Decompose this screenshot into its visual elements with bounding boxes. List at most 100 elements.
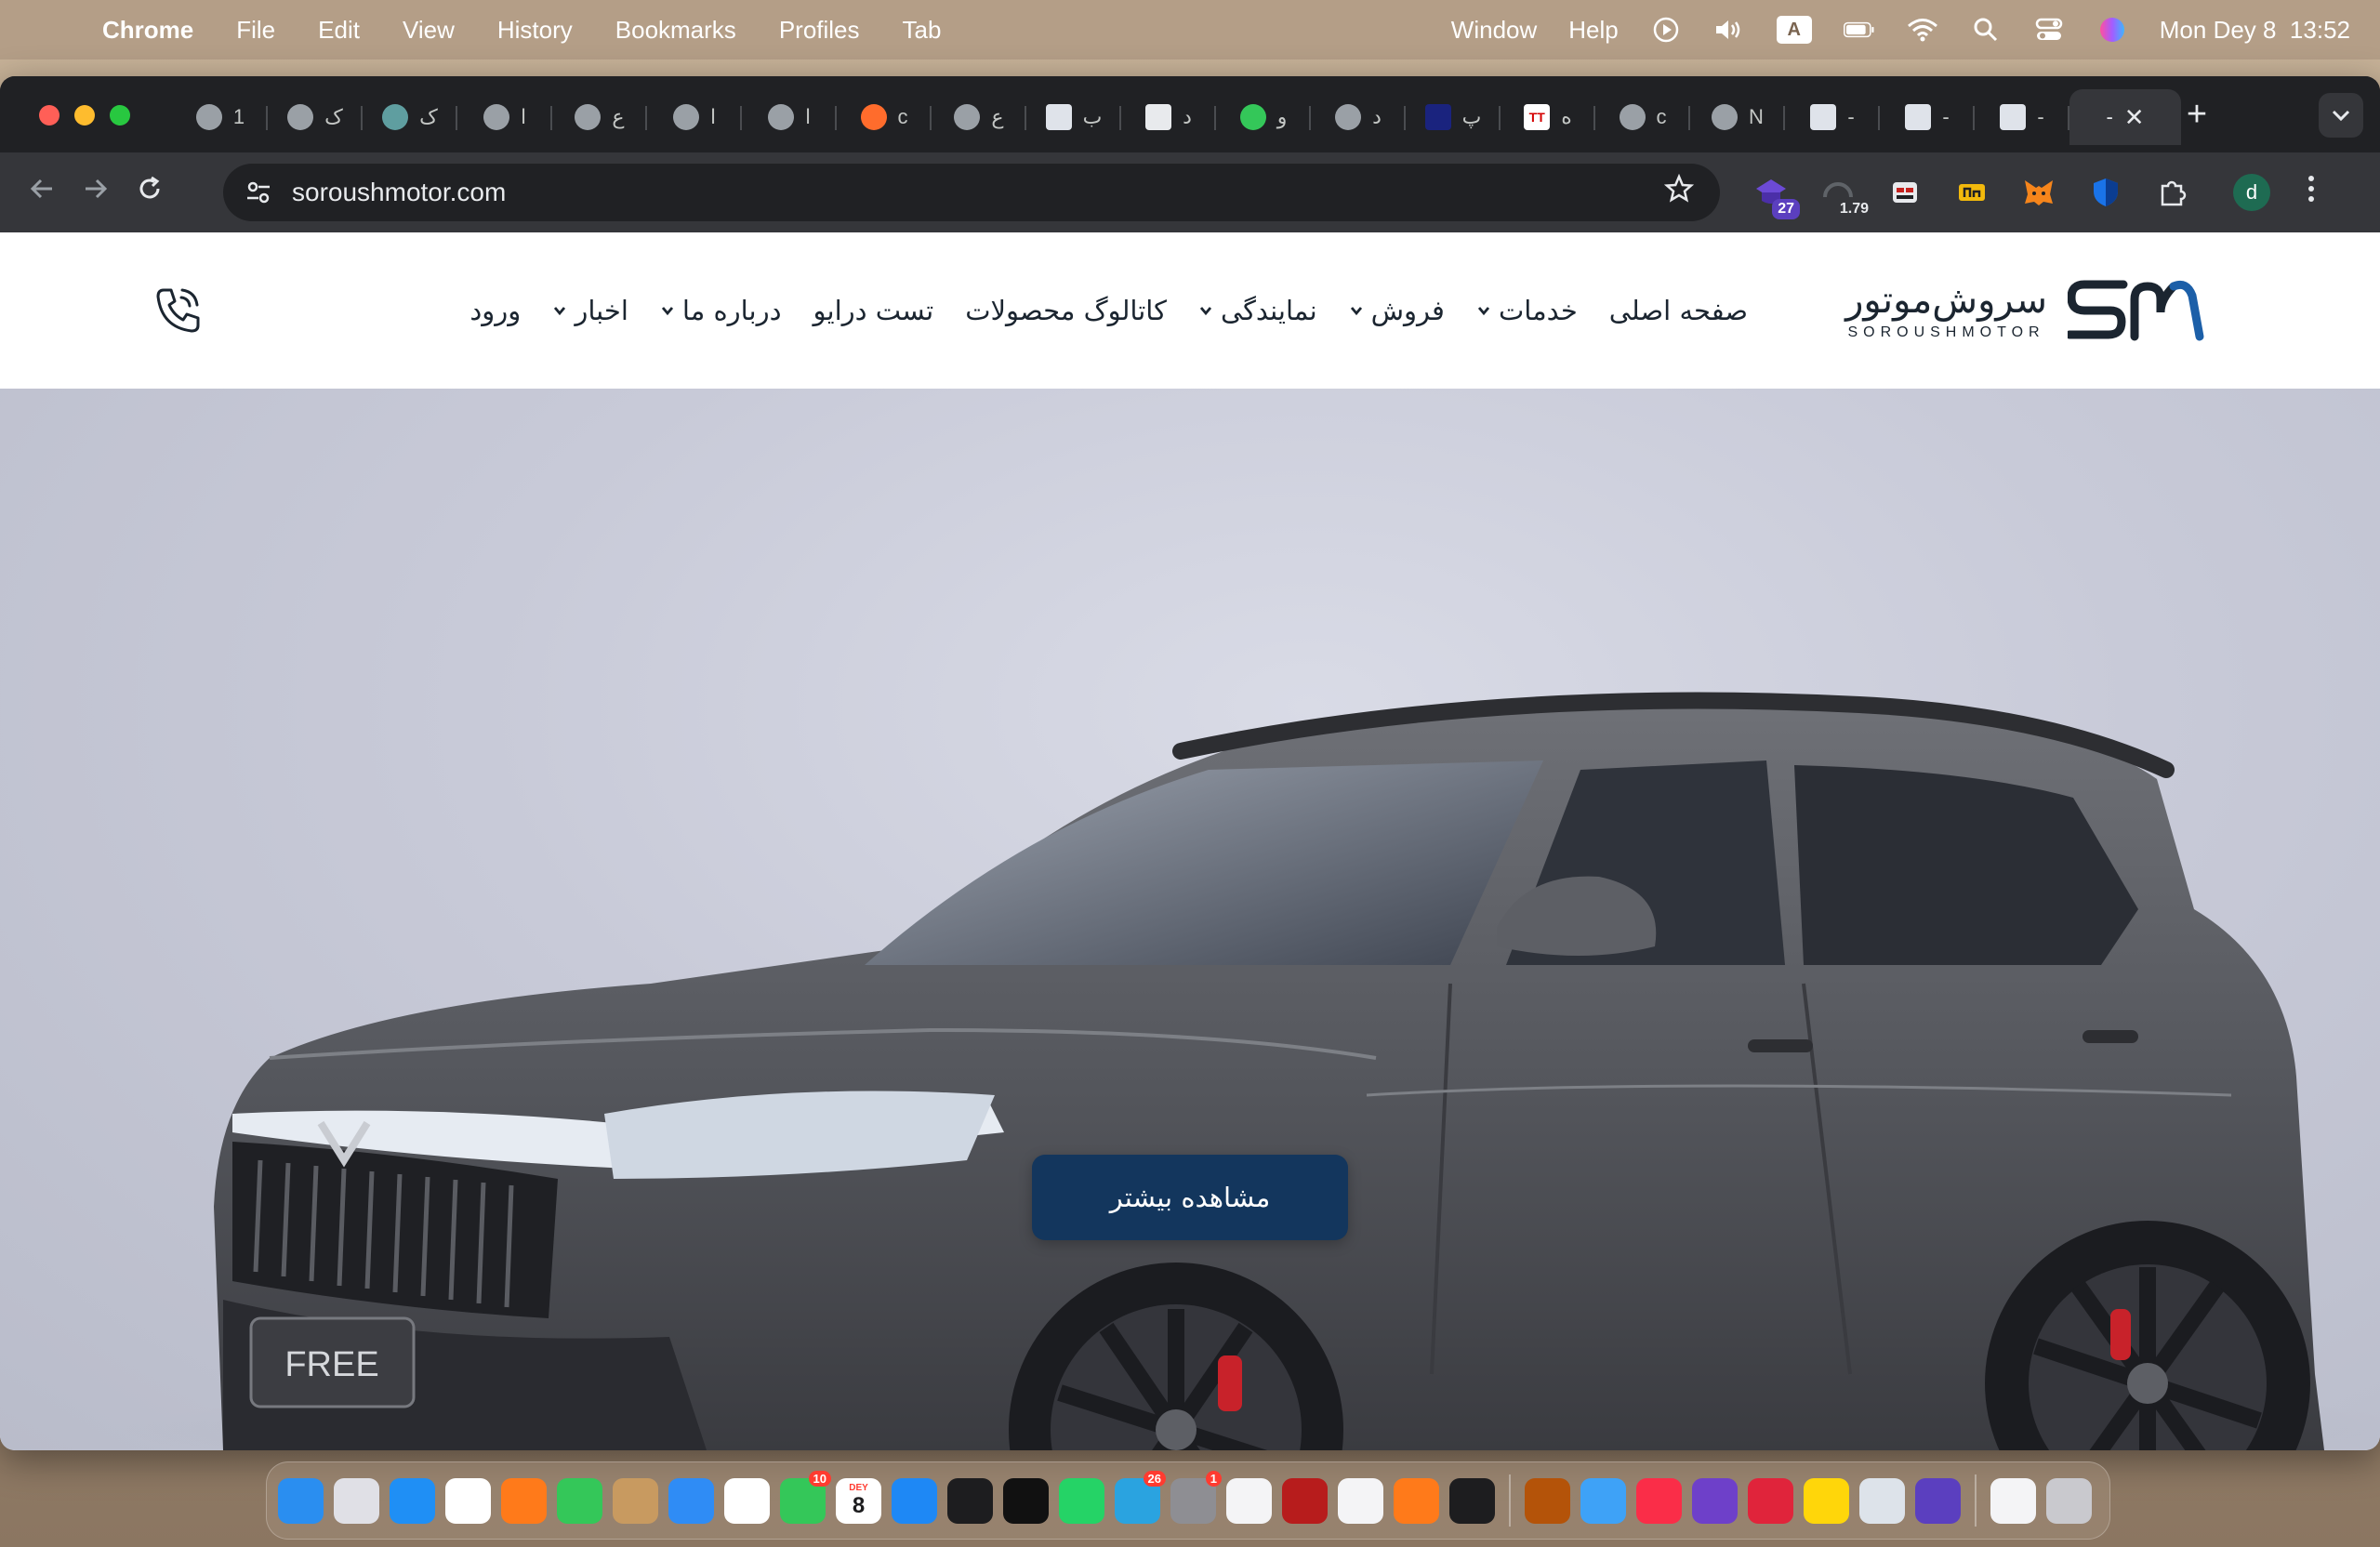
site-info-icon[interactable]	[242, 176, 275, 209]
battery-icon[interactable]	[1843, 14, 1875, 46]
dock-chrome-icon[interactable]	[445, 1477, 491, 1524]
browser-tab[interactable]: c	[1595, 89, 1690, 145]
dock-vscode-icon[interactable]	[1226, 1477, 1272, 1524]
extensions-puzzle-icon[interactable]	[2149, 169, 2196, 216]
dock-music-icon[interactable]	[1636, 1477, 1682, 1524]
menu-profiles[interactable]: Profiles	[779, 16, 860, 45]
browser-tab[interactable]: و	[1216, 89, 1311, 145]
dock-system-settings-icon[interactable]: 1	[1170, 1470, 1222, 1524]
dock-contacts-icon[interactable]	[613, 1477, 658, 1524]
browser-tab[interactable]: ک	[363, 89, 457, 145]
input-source-icon[interactable]: A	[1776, 16, 1812, 44]
reload-button[interactable]	[123, 175, 177, 210]
minimize-window-button[interactable]	[74, 105, 95, 126]
nav-item[interactable]: خدمات	[1476, 295, 1578, 326]
control-center-icon[interactable]	[2033, 14, 2065, 46]
url-text[interactable]: soroushmotor.com	[292, 178, 506, 207]
menu-window[interactable]: Window	[1451, 16, 1537, 45]
dock-icloud-icon[interactable]	[1580, 1477, 1626, 1524]
extension-yellow-icon[interactable]	[1949, 169, 1995, 216]
nav-item[interactable]: ورود	[469, 295, 521, 326]
nav-item[interactable]: صفحه اصلی	[1609, 295, 1748, 326]
menu-bookmarks[interactable]: Bookmarks	[615, 16, 736, 45]
nav-item[interactable]: نمایندگی	[1198, 295, 1317, 326]
nav-item[interactable]: فروش	[1349, 295, 1445, 326]
menu-history[interactable]: History	[497, 16, 573, 45]
browser-tab[interactable]: ا	[457, 89, 552, 145]
dock-windows-app-icon[interactable]	[1338, 1477, 1383, 1524]
dock-mail-icon[interactable]	[668, 1477, 714, 1524]
browser-tab[interactable]: ک	[268, 89, 363, 145]
site-logo[interactable]: سروش‌موتور SOROUSHMOTOR	[1845, 271, 2207, 351]
menu-tab[interactable]: Tab	[903, 16, 942, 45]
extension-mask-icon[interactable]	[1882, 169, 1928, 216]
dock-transmission-icon[interactable]	[1525, 1477, 1570, 1524]
tab-search-button[interactable]	[2319, 93, 2363, 138]
forward-button[interactable]	[69, 175, 123, 210]
dock-whatsapp-icon[interactable]	[1059, 1477, 1104, 1524]
browser-tab[interactable]: N	[1690, 89, 1785, 145]
address-bar[interactable]: soroushmotor.com	[223, 164, 1720, 221]
browser-tab[interactable]: ا	[647, 89, 742, 145]
phone-call-icon[interactable]	[151, 283, 205, 337]
see-more-button[interactable]: مشاهده بیشتر	[1032, 1155, 1348, 1240]
dock-sketch-icon[interactable]	[1394, 1477, 1439, 1524]
shield-icon[interactable]	[2082, 169, 2129, 216]
new-tab-button[interactable]: +	[2174, 95, 2220, 135]
menu-help[interactable]: Help	[1568, 16, 1618, 45]
dock-facetime-icon[interactable]: 10	[780, 1470, 831, 1524]
dock-safari-icon[interactable]	[390, 1477, 435, 1524]
dock-filezilla-icon[interactable]	[1282, 1477, 1328, 1524]
nav-item[interactable]: تست درایو	[813, 295, 934, 326]
browser-tab[interactable]: c	[837, 89, 932, 145]
menu-view[interactable]: View	[403, 16, 455, 45]
browser-tab[interactable]: -	[1975, 89, 2069, 145]
volume-icon[interactable]	[1713, 14, 1745, 46]
browser-tab[interactable]: 1	[173, 89, 268, 145]
dock-preview-icon[interactable]	[1859, 1477, 1905, 1524]
browser-tab[interactable]: ب	[1026, 89, 1121, 145]
zoom-window-button[interactable]	[110, 105, 130, 126]
dock-app-store-icon[interactable]	[892, 1477, 937, 1524]
dock-telegram-icon[interactable]: 26	[1115, 1470, 1166, 1524]
back-button[interactable]	[15, 175, 69, 210]
browser-tab[interactable]: TT ه	[1501, 89, 1595, 145]
dock-photos-icon[interactable]	[724, 1477, 770, 1524]
dock-screen-recorder-icon[interactable]	[1748, 1477, 1793, 1524]
dock-firefox-icon[interactable]	[501, 1477, 547, 1524]
dock-v2box-icon[interactable]	[1003, 1477, 1049, 1524]
browser-tab[interactable]: -	[1785, 89, 1880, 145]
dock-terminal-icon[interactable]	[947, 1477, 993, 1524]
menu-file[interactable]: File	[236, 16, 275, 45]
close-tab-icon[interactable]: ✕	[2124, 103, 2145, 132]
dock-messages-icon[interactable]	[557, 1477, 602, 1524]
browser-tab[interactable]: د	[1311, 89, 1406, 145]
browser-tab[interactable]: -	[1880, 89, 1975, 145]
browser-tab[interactable]: د	[1121, 89, 1216, 145]
extension-b-icon[interactable]: 1.79	[1815, 169, 1874, 219]
menubar-datetime[interactable]: Mon Dey 8 13:52	[2160, 16, 2350, 45]
dock-notes-icon[interactable]	[1804, 1477, 1849, 1524]
extension-a-icon[interactable]: 27	[1748, 169, 1800, 219]
chrome-menu-icon[interactable]	[2307, 174, 2315, 211]
nav-item[interactable]: اخبار	[552, 295, 628, 326]
close-window-button[interactable]	[39, 105, 60, 126]
bookmark-star-icon[interactable]	[1663, 173, 1695, 211]
nav-item[interactable]: درباره ما	[660, 295, 782, 326]
browser-tab[interactable]: پ	[1406, 89, 1501, 145]
dock-documents-icon[interactable]	[1990, 1477, 2036, 1524]
browser-tab[interactable]: ا	[742, 89, 837, 145]
siri-icon[interactable]	[2096, 14, 2128, 46]
menu-app-name[interactable]: Chrome	[102, 16, 193, 45]
wifi-icon[interactable]	[1907, 14, 1938, 46]
nav-item[interactable]: کاتالوگ محصولات	[965, 295, 1167, 326]
spotlight-search-icon[interactable]	[1970, 14, 2002, 46]
browser-tab[interactable]: ع	[552, 89, 647, 145]
media-play-icon[interactable]	[1650, 14, 1682, 46]
dock-finder-icon[interactable]	[278, 1477, 324, 1524]
metamask-fox-icon[interactable]	[2016, 169, 2062, 216]
menu-edit[interactable]: Edit	[318, 16, 360, 45]
dock-calendar-icon[interactable]: DEY 8	[836, 1477, 881, 1524]
browser-tab[interactable]: ع	[932, 89, 1026, 145]
profile-avatar[interactable]: d	[2233, 174, 2270, 211]
